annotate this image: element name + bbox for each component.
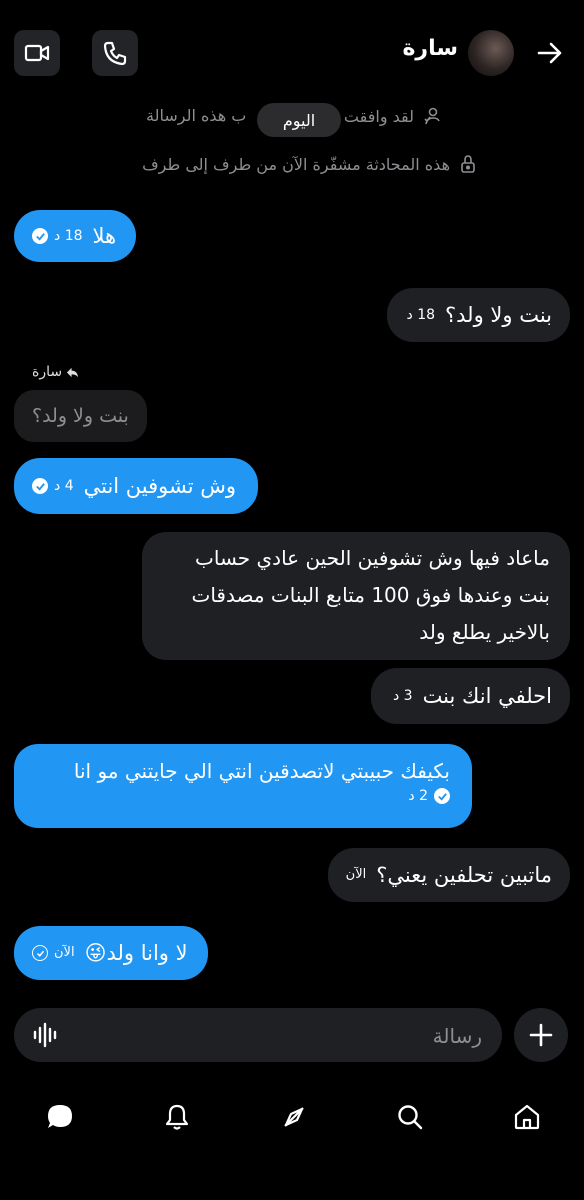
message-meta: الآن <box>32 938 75 968</box>
read-check-icon <box>32 228 48 244</box>
message-outgoing[interactable]: وش تشوفين انتي 4 د <box>14 458 259 514</box>
quoted-message[interactable]: بنت ولا ولد؟ <box>14 390 147 442</box>
accepted-request-tail: ب هذه الرسالة <box>146 106 247 125</box>
date-separator: اليوم <box>257 103 341 137</box>
accepted-request-notice: لقد وافقت <box>344 106 442 126</box>
home-icon <box>514 1104 540 1130</box>
message-line: بالاخير يطلع ولد <box>419 620 550 644</box>
encryption-notice: هذه المحادثة مشفّرة الآن من طرف إلى طرف <box>142 154 478 174</box>
plus-icon <box>529 1023 553 1047</box>
read-check-icon <box>32 478 48 494</box>
avatar[interactable] <box>468 30 514 76</box>
message-line: بنت وعندها فوق 100 متابع البنات مصدقات <box>191 583 551 607</box>
message-text: وش تشوفين انتي <box>83 474 237 498</box>
message-time: 2 د <box>408 788 428 804</box>
video-camera-icon <box>24 44 50 62</box>
video-call-button[interactable] <box>14 30 60 76</box>
nav-messages[interactable] <box>43 1100 77 1134</box>
message-text: بنت ولا ولد؟ <box>445 303 552 327</box>
message-outgoing[interactable]: هلا 18 د <box>14 210 137 262</box>
message-text: هلا <box>92 224 117 248</box>
message-time: 3 د <box>392 688 413 704</box>
message-incoming[interactable]: بنت ولا ولد؟ 18 د <box>386 288 570 342</box>
message-time: 18 د <box>54 228 83 244</box>
message-incoming[interactable]: ماعاد فيها وش تشوفين الحين عادي حساب بنت… <box>142 532 570 660</box>
quoted-message-text: بنت ولا ولد؟ <box>32 405 129 427</box>
message-time: 4 د <box>54 478 74 494</box>
back-button[interactable] <box>530 33 570 73</box>
waveform-icon <box>33 1022 57 1048</box>
message-text: بكيفك حبيبتي لاتصدقين انتي الي جايتني مو… <box>73 759 450 783</box>
message-time: الآن <box>345 867 367 882</box>
arrow-right-icon <box>537 42 562 64</box>
reply-label-text: سارة <box>32 364 63 380</box>
message-text: احلفي انك بنت <box>422 684 552 708</box>
message-incoming[interactable]: احلفي انك بنت 3 د <box>370 668 570 724</box>
reply-label: سارة <box>32 364 79 380</box>
message-time: 18 د <box>406 307 436 323</box>
message-outgoing[interactable]: بكيفك حبيبتي لاتصدقين انتي الي جايتني مو… <box>14 744 472 828</box>
phone-icon <box>103 41 127 66</box>
message-line: ماعاد فيها وش تشوفين الحين عادي حساب <box>195 546 550 570</box>
sent-check-icon <box>32 945 48 961</box>
accepted-request-text: لقد وافقت <box>343 106 414 126</box>
message-incoming[interactable]: ماتبين تحلفين يعني؟ الآن <box>327 848 570 902</box>
nav-explore[interactable] <box>277 1100 311 1134</box>
message-text: ماتبين تحلفين يعني؟ <box>376 863 552 887</box>
chat-icon <box>48 1105 72 1128</box>
search-icon <box>398 1105 423 1130</box>
voice-message-button[interactable] <box>32 1021 60 1049</box>
reply-arrow-icon <box>67 367 79 377</box>
message-input[interactable] <box>100 1008 484 1064</box>
nav-notifications[interactable] <box>160 1100 194 1134</box>
nav-home[interactable] <box>510 1100 544 1134</box>
message-meta: 2 د <box>408 788 450 804</box>
message-composer[interactable] <box>14 1008 502 1064</box>
add-attachment-button[interactable] <box>514 1008 568 1062</box>
nav-search[interactable] <box>393 1100 427 1134</box>
message-meta: 4 د <box>32 471 74 501</box>
compass-icon <box>284 1107 304 1127</box>
message-meta: 18 د <box>32 221 83 251</box>
read-check-icon <box>434 788 450 804</box>
contact-name[interactable]: سارة <box>402 36 458 61</box>
encryption-text: هذه المحادثة مشفّرة الآن من طرف إلى طرف <box>142 154 450 174</box>
bell-icon <box>165 1104 189 1130</box>
message-text: لا وانا ولد😜 <box>84 941 188 965</box>
message-outgoing[interactable]: لا وانا ولد😜 الآن <box>14 926 208 980</box>
user-check-icon <box>424 107 440 125</box>
lock-icon <box>461 155 475 173</box>
bottom-navigation <box>0 1090 584 1142</box>
voice-call-button[interactable] <box>92 30 138 76</box>
message-time: الآن <box>54 945 75 960</box>
